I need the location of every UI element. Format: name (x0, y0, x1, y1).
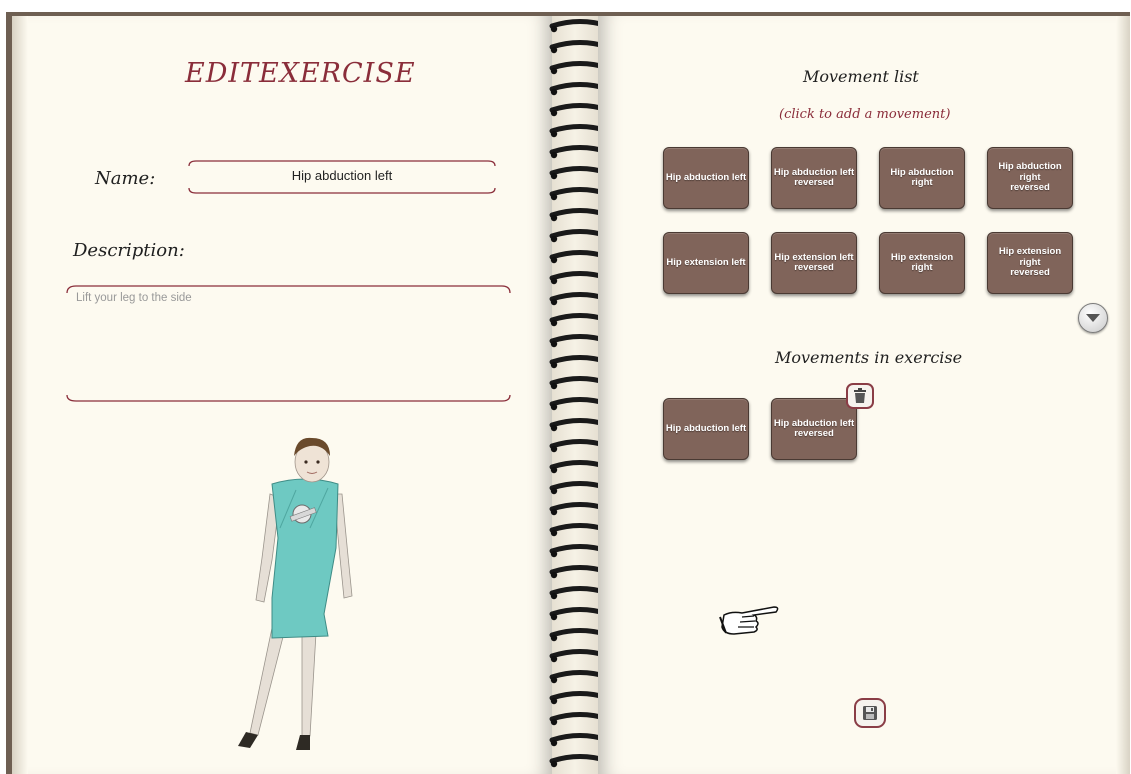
movement-list-title: Movement list (803, 67, 919, 86)
description-value: Lift your leg to the side (76, 292, 192, 304)
movement-tile[interactable]: Hip abduction right (879, 147, 965, 209)
pointing-hand-icon (719, 606, 779, 635)
name-field[interactable]: Hip abduction left (188, 160, 496, 194)
movement-tile[interactable]: Hip extension right (879, 232, 965, 294)
movement-tile[interactable]: Hip extension left reversed (771, 232, 857, 294)
movement-tile[interactable]: Hip abduction left reversed (771, 147, 857, 209)
description-field[interactable]: Lift your leg to the side (66, 285, 511, 403)
exercise-movements-title: Movements in exercise (775, 348, 963, 367)
scroll-down-button[interactable] (1078, 303, 1108, 333)
exercise-movement-tile[interactable]: Hip abduction left reversed (771, 398, 857, 460)
delete-movement-button[interactable] (846, 383, 874, 409)
name-label: Name: (95, 168, 156, 189)
save-button[interactable] (854, 698, 886, 728)
name-value: Hip abduction left (291, 168, 393, 183)
avatar-figure (238, 437, 353, 750)
description-label: Description: (73, 240, 185, 261)
floppy-disk-icon (863, 706, 877, 720)
movement-list-hint: (click to add a movement) (779, 107, 951, 122)
movement-tile[interactable]: Hip abduction left (663, 147, 749, 209)
chevron-down-icon (1086, 314, 1100, 322)
exercise-movement-tile[interactable]: Hip abduction left (663, 398, 749, 460)
movement-tile[interactable]: Hip abduction right reversed (987, 147, 1073, 209)
page-title: EDITEXERCISE (185, 58, 416, 89)
trash-icon (854, 388, 866, 403)
movement-tile[interactable]: Hip extension right reversed (987, 232, 1073, 294)
movement-tile[interactable]: Hip extension left (663, 232, 749, 294)
